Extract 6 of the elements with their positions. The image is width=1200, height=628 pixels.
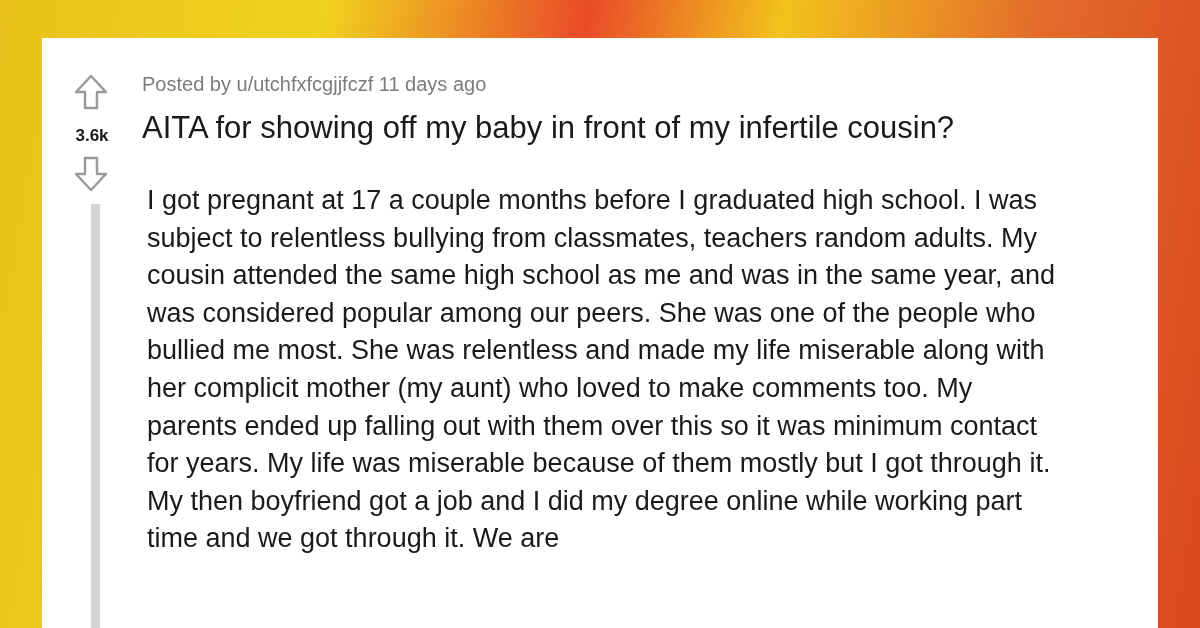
post-title: AITA for showing off my baby in front of my infertile cousin? <box>142 109 956 147</box>
upvote-arrow-icon[interactable] <box>74 74 108 110</box>
post-meta: Posted by u/utchfxfcgjjfczf 11 days ago <box>142 72 488 97</box>
post-body: I got pregnant at 17 a couple months before I graduated high school. I was subject to relentless bullying from classmates, teachers random adults. My cousin attended the same high school as me and was in the same year, and was considered popular among our peers. She was one of the people who bullied me most. She was relentless and made my life miserable along with her complicit mother (my aunt) who loved to make comments too. My parents ended up falling out with them over this so it was minimum contact for years. My life was miserable because of them mostly but I got through it. My then boyfriend got a job and I did my degree online while working part time and we got through it. We are <box>147 184 1057 556</box>
vote-count: 3.6k <box>75 126 109 146</box>
downvote-arrow-icon[interactable] <box>74 156 108 192</box>
